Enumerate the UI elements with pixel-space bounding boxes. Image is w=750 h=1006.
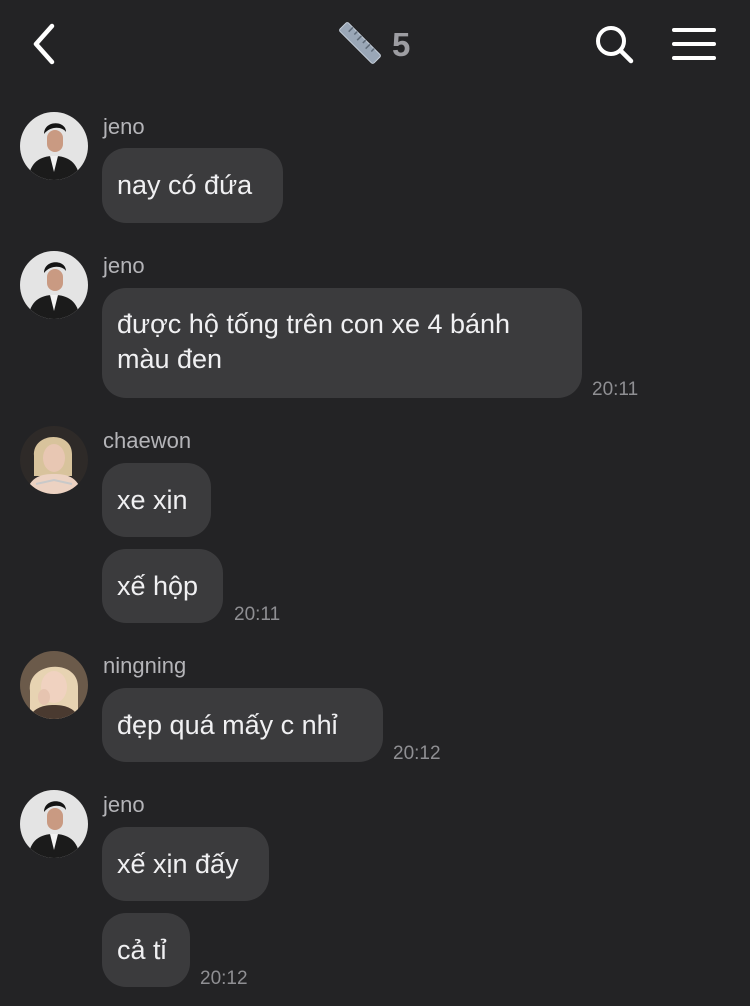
avatar[interactable]	[20, 251, 88, 319]
message-bubble[interactable]: được hộ tống trên con xe 4 bánh màu đen	[102, 288, 582, 398]
message-bubble[interactable]: nay có đứa	[102, 148, 283, 223]
chevron-left-icon	[33, 23, 55, 65]
hamburger-menu-icon	[672, 28, 716, 60]
avatar[interactable]	[20, 426, 88, 494]
message-bubble[interactable]: xế xịn đấy	[102, 827, 269, 901]
chat-title[interactable]: 5	[338, 21, 411, 70]
message-time: 20:11	[234, 604, 281, 625]
menu-button[interactable]	[672, 26, 716, 62]
sender-name: jeno	[103, 114, 145, 139]
member-count: 5	[392, 26, 411, 63]
chat-header: 5	[0, 0, 750, 90]
message-bubble[interactable]: cả tỉ	[102, 913, 190, 987]
message-time: 20:12	[393, 743, 441, 764]
sender-name: chaewon	[103, 428, 192, 453]
ruler-icon	[338, 21, 382, 70]
message-time: 20:11	[592, 379, 639, 400]
message-time: 20:12	[200, 968, 248, 989]
message-bubble[interactable]: xe xịn	[102, 463, 211, 537]
message-bubble[interactable]: đẹp quá mấy c nhỉ	[102, 688, 383, 762]
sender-name: jeno	[103, 253, 145, 278]
sender-name: ningning	[103, 653, 187, 678]
avatar[interactable]	[20, 790, 88, 858]
avatar[interactable]	[20, 112, 88, 180]
search-button[interactable]	[592, 22, 636, 66]
avatar[interactable]	[20, 651, 88, 719]
sender-name: jeno	[103, 792, 145, 817]
back-button[interactable]	[26, 20, 66, 68]
search-icon	[596, 26, 634, 64]
message-bubble[interactable]: xế hộp	[102, 549, 223, 623]
